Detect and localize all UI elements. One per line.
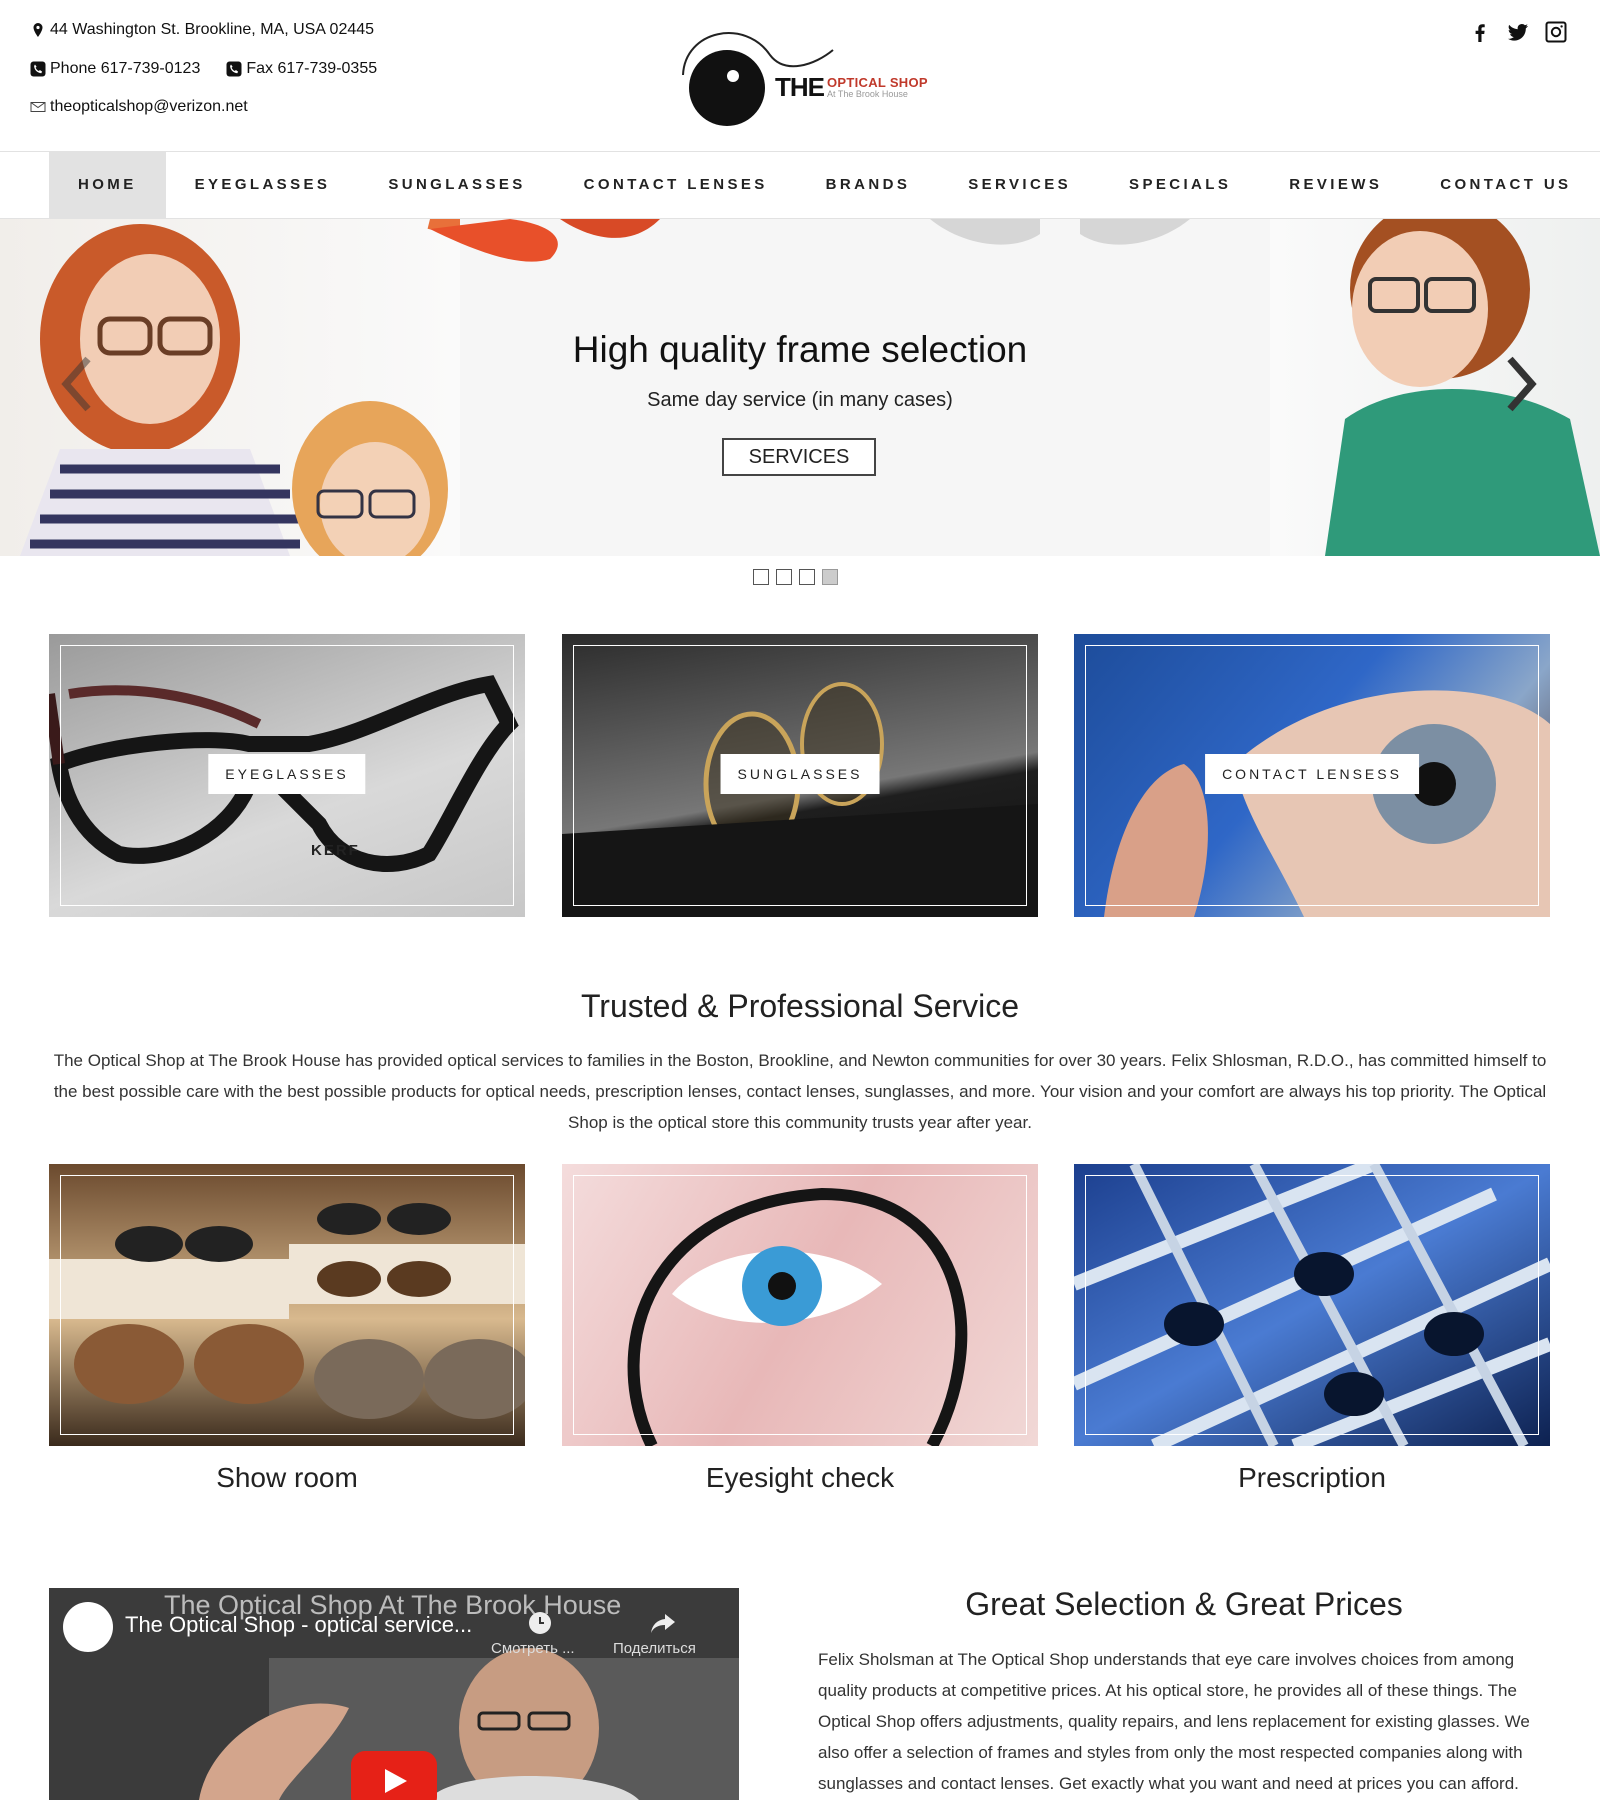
hero-title: High quality frame selection (572, 329, 1028, 370)
tile-label-eyeglasses: EYEGLASSES (208, 754, 366, 794)
tile-eyeglasses[interactable]: EYEGLASSES KERF (49, 634, 525, 917)
nav-reviews[interactable]: REVIEWS (1260, 152, 1411, 218)
share-icon[interactable] (649, 1610, 677, 1641)
photo-frame (60, 1175, 514, 1435)
nav-eyeglasses[interactable]: EYEGLASSES (166, 152, 360, 218)
social-links (1468, 20, 1568, 44)
instagram-icon[interactable] (1544, 20, 1568, 44)
fax-icon (226, 61, 242, 77)
nav-brands[interactable]: BRANDS (797, 152, 940, 218)
sunglasses-image-white (920, 219, 1200, 259)
great-selection-text: Felix Sholsman at The Optical Shop under… (818, 1650, 1530, 1793)
clock-icon[interactable] (527, 1610, 553, 1641)
tile-label-contact-lenses: CONTACT LENSESS (1205, 754, 1419, 794)
envelope-icon (30, 99, 46, 115)
fax-text: Fax 617-739-0355 (246, 60, 378, 77)
nav-services[interactable]: SERVICES (939, 152, 1100, 218)
logo-name: OPTICAL SHOP (827, 75, 928, 90)
photo-eyesight-check[interactable] (562, 1164, 1038, 1446)
tile-label-sunglasses: SUNGLASSES (720, 754, 880, 794)
photo-show-room[interactable] (49, 1164, 525, 1446)
youtube-video-embed[interactable]: The Optical Shop At The Brook House The … (49, 1588, 739, 1800)
site-header: 44 Washington St. Brookline, MA, USA 024… (0, 0, 1600, 152)
channel-avatar[interactable] (63, 1602, 113, 1652)
hero-services-button[interactable]: SERVICES (722, 438, 876, 476)
nav-sunglasses[interactable]: SUNGLASSES (359, 152, 554, 218)
caption-prescription: Prescription (1238, 1462, 1386, 1493)
photo-prescription[interactable] (1074, 1164, 1550, 1446)
watch-later-label[interactable]: Смотреть ... (491, 1640, 575, 1657)
email-line: theopticalshop@verizon.net (30, 98, 248, 116)
tile-contact-lenses[interactable]: CONTACT LENSESS (1074, 634, 1550, 917)
nav-contact-us[interactable]: CONTACT US (1411, 152, 1600, 218)
tile-sunglasses[interactable]: SUNGLASSES (562, 634, 1038, 917)
photo-frame (1085, 1175, 1539, 1435)
site-logo[interactable]: THE OPTICAL SHOP At The Brook House (675, 20, 935, 130)
slider-dot-2[interactable] (776, 569, 792, 585)
logo-subtitle: At The Brook House (827, 89, 908, 99)
slider-next-arrow-icon[interactable] (1500, 349, 1540, 419)
caption-eyesight-check: Eyesight check (705, 1462, 895, 1493)
hero-image-boy (1270, 219, 1600, 556)
nav-home[interactable]: HOME (49, 152, 166, 218)
address-line: 44 Washington St. Brookline, MA, USA 024… (30, 21, 374, 39)
nav-specials[interactable]: SPECIALS (1100, 152, 1260, 218)
video-title-link[interactable]: The Optical Shop - optical service... (125, 1612, 472, 1638)
photo-frame (573, 1175, 1027, 1435)
phone-link[interactable]: Phone 617-739-0123 (50, 60, 200, 78)
map-pin-icon (30, 22, 46, 38)
caption-show-room: Show room (216, 1462, 358, 1493)
kerf-brand-mark: KERF (311, 842, 360, 859)
address-text: 44 Washington St. Brookline, MA, USA 024… (50, 21, 375, 38)
facebook-icon[interactable] (1468, 20, 1492, 44)
slider-pagination (753, 569, 838, 585)
logo-the: THE (775, 72, 825, 102)
phone-fax-line: Phone 617-739-0123 Fax 617-739-0355 (30, 60, 377, 78)
phone-icon (30, 61, 46, 77)
sunglasses-image-orange (430, 219, 680, 279)
main-nav: HOME EYEGLASSES SUNGLASSES CONTACT LENSE… (0, 152, 1600, 219)
great-selection-title: Great Selection & Great Prices (965, 1586, 1403, 1622)
slider-prev-arrow-icon[interactable] (58, 349, 98, 419)
share-label[interactable]: Поделиться (613, 1640, 696, 1657)
slider-dot-1[interactable] (753, 569, 769, 585)
slider-dot-4[interactable] (822, 569, 838, 585)
slider-dot-3[interactable] (799, 569, 815, 585)
play-button-icon[interactable] (351, 1751, 437, 1800)
twitter-icon[interactable] (1506, 20, 1530, 44)
nav-contact-lenses[interactable]: CONTACT LENSES (555, 152, 797, 218)
hero-slider: High quality frame selection Same day se… (0, 219, 1600, 556)
email-link[interactable]: theopticalshop@verizon.net (50, 98, 248, 116)
trusted-title: Trusted & Professional Service (580, 988, 1020, 1024)
trusted-text: The Optical Shop at The Brook House has … (53, 1051, 1547, 1132)
hero-subtitle: Same day service (in many cases) (647, 389, 953, 411)
